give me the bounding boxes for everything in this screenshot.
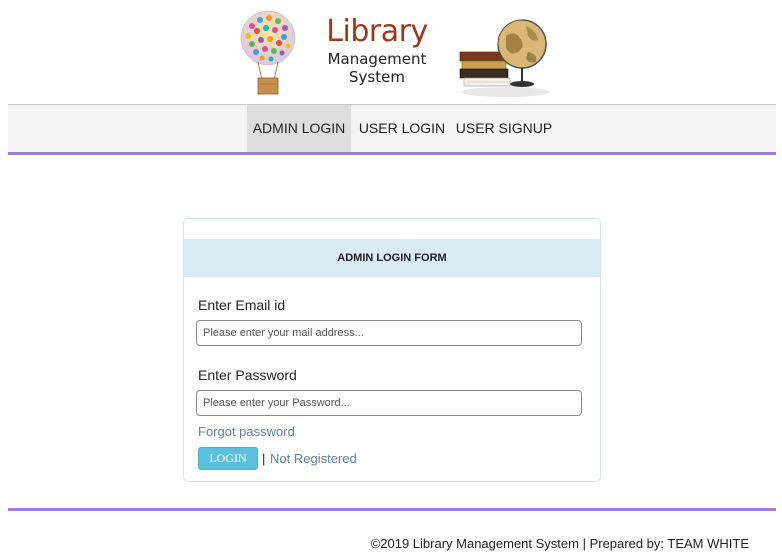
logo-text: Library Management System <box>318 14 436 86</box>
nav-user-signup[interactable]: USER SIGNUP <box>452 105 556 152</box>
globe-books-icon <box>459 19 550 97</box>
nav-user-login[interactable]: USER LOGIN <box>354 105 450 152</box>
logo-subtitle-line2: System <box>349 68 405 86</box>
not-registered-link[interactable]: Not Registered <box>270 451 357 466</box>
balloon-logo-icon <box>240 10 296 95</box>
footer-divider <box>8 508 776 511</box>
admin-login-panel: ADMIN LOGIN FORM Enter Email id Enter Pa… <box>183 218 601 482</box>
panel-heading: ADMIN LOGIN FORM <box>184 239 600 277</box>
forgot-password-link[interactable]: Forgot password <box>198 424 295 439</box>
email-label: Enter Email id <box>198 297 286 313</box>
nav-admin-login[interactable]: ADMIN LOGIN <box>247 105 351 152</box>
main-navbar: ADMIN LOGIN USER LOGIN USER SIGNUP <box>8 104 776 155</box>
password-label: Enter Password <box>198 367 297 383</box>
site-header: Library Management System <box>0 0 782 104</box>
footer-copyright: ©2019 Library Management System | Prepar… <box>370 536 749 551</box>
logo-title: Library <box>326 14 428 49</box>
link-separator: | <box>262 451 266 466</box>
password-input[interactable] <box>196 390 582 416</box>
email-input[interactable] <box>196 320 582 346</box>
login-button[interactable]: LOGIN <box>198 447 258 470</box>
logo-subtitle-line1: Management <box>327 50 427 68</box>
